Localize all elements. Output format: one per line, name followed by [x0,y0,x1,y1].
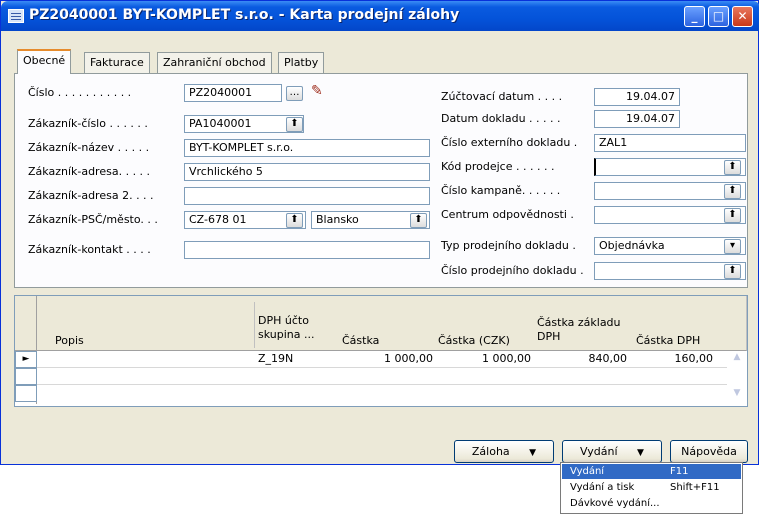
zaloha-label: Záloha [471,445,510,458]
menu-item-label: Vydání a tisk [570,482,635,493]
zakaznik-adresa2-label: Zákazník-adresa 2. . . . [28,189,154,202]
lookup-arrow-icon[interactable]: ⬆ [410,213,427,228]
minimize-icon: _ [691,9,698,23]
chevron-down-icon: ▼ [529,448,537,458]
lines-grid: Popis DPH účto skupina ... Částka Částka… [14,295,748,407]
dropdown-arrow-icon[interactable]: ▾ [724,239,741,254]
row-divider [37,384,727,385]
current-row-arrow-icon[interactable]: ► [15,351,37,368]
cislo-kampane-label: Číslo kampaně. . . . . . [441,184,561,197]
zakaznik-cislo-label: Zákazník-číslo . . . . . . [28,117,148,130]
zuctovaci-datum-field[interactable]: 19.04.07 [594,88,680,106]
lookup-arrow-icon[interactable]: ⬆ [286,213,303,228]
pencil-icon[interactable]: ✎ [311,83,323,99]
zakaznik-psc-label: Zákazník-PSČ/město. . . [28,213,158,226]
zakaznik-kontakt-field[interactable] [184,241,430,259]
col-castka-czk[interactable]: Částka (CZK) [438,334,510,347]
scroll-down-icon[interactable]: ▼ [729,388,745,398]
row-selector[interactable] [15,368,37,385]
vydani-label: Vydání [580,445,618,458]
col-dph-line2: skupina ... [258,328,315,341]
cislo-prodejniho-dokladu-label: Číslo prodejního dokladu . [441,264,584,277]
lookup-arrow-icon[interactable]: ⬆ [724,160,741,175]
napoveda-button[interactable]: Nápověda [670,440,748,463]
scroll-up-icon[interactable]: ▲ [729,352,745,362]
menu-item-shortcut: F11 [670,466,689,477]
zuctovaci-datum-label: Zúčtovací datum . . . . [441,90,563,103]
typ-dokladu-label: Typ prodejního dokladu . [441,239,576,252]
close-button[interactable]: ✕ [732,6,753,27]
app-icon [8,9,24,23]
zakaznik-adresa-field[interactable]: Vrchlického 5 [184,163,430,181]
lookup-arrow-icon[interactable]: ⬆ [724,208,741,223]
col-zaklad-line1[interactable]: Částka základu [537,316,621,329]
minimize-button[interactable]: _ [684,6,705,27]
row-selector[interactable] [15,385,37,402]
row-castka[interactable]: 1 000,00 [338,352,433,365]
externi-doklad-label: Číslo externího dokladu . [441,136,578,149]
zakaznik-nazev-label: Zákazník-název . . . . . [28,141,150,154]
row-dph[interactable]: Z_19N [258,352,293,365]
externi-doklad-field[interactable]: ZAL1 [594,134,746,152]
title-bar[interactable]: PZ2040001 BYT-KOMPLET s.r.o. - Karta pro… [1,1,759,31]
assist-edit-icon[interactable]: … [286,86,303,101]
vydani-button[interactable]: Vydání ▼ [562,440,662,463]
col-zaklad-line2: DPH [537,330,561,343]
col-castka[interactable]: Částka [342,334,379,347]
close-icon: ✕ [737,9,748,23]
zakaznik-adresa2-field[interactable] [184,187,430,205]
tab-platby[interactable]: Platby [278,52,325,73]
kod-prodejce-label: Kód prodejce . . . . . . [441,160,555,173]
zakaznik-adresa-label: Zákazník-adresa. . . . . [28,165,151,178]
row-zaklad[interactable]: 840,00 [533,352,628,365]
row-divider [37,367,727,368]
datum-dokladu-label: Datum dokladu . . . . . [441,112,561,125]
lookup-arrow-icon[interactable]: ⬆ [286,117,303,132]
col-castka-dph[interactable]: Částka DPH [636,334,700,347]
menu-item-vydani-a-tisk[interactable]: Vydání a tisk Shift+F11 [562,480,741,495]
cislo-field[interactable]: PZ2040001 [184,84,282,102]
menu-item-vydani[interactable]: Vydání F11 [562,464,741,479]
menu-item-shortcut: Shift+F11 [670,482,720,493]
tab-obecne[interactable]: Obecné [17,49,72,74]
tab-fakturace[interactable]: Fakturace [84,52,150,73]
menu-item-label: Vydání [570,466,605,477]
maximize-button[interactable]: □ [708,6,729,27]
window-title: PZ2040001 BYT-KOMPLET s.r.o. - Karta pro… [29,7,460,23]
col-dph-line1: DPH účto [258,314,309,327]
zaloha-button[interactable]: Záloha ▼ [454,440,554,463]
menu-item-davkove-vydani[interactable]: Dávkové vydání... [562,496,741,511]
chevron-down-icon: ▼ [637,448,644,458]
row-castka-dph[interactable]: 160,00 [629,352,714,365]
vydani-menu: Vydání F11 Vydání a tisk Shift+F11 Dávko… [560,462,743,514]
menu-item-label: Dávkové vydání... [570,498,660,509]
col-popis[interactable]: Popis [55,334,84,347]
zakaznik-kontakt-label: Zákazník-kontakt . . . . [28,243,151,256]
maximize-icon: □ [712,9,725,23]
tab-zahranicni-obchod[interactable]: Zahraniční obchod [157,52,272,73]
datum-dokladu-field[interactable]: 19.04.07 [594,110,680,128]
lookup-arrow-icon[interactable]: ⬆ [724,264,741,279]
lookup-arrow-icon[interactable]: ⬆ [724,184,741,199]
zakaznik-nazev-field[interactable]: BYT-KOMPLET s.r.o. [184,139,430,157]
centrum-odpovednosti-label: Centrum odpovědnosti . [441,208,574,221]
cislo-label: Číslo . . . . . . . . . . . [28,86,132,99]
row-castka-czk[interactable]: 1 000,00 [435,352,531,365]
